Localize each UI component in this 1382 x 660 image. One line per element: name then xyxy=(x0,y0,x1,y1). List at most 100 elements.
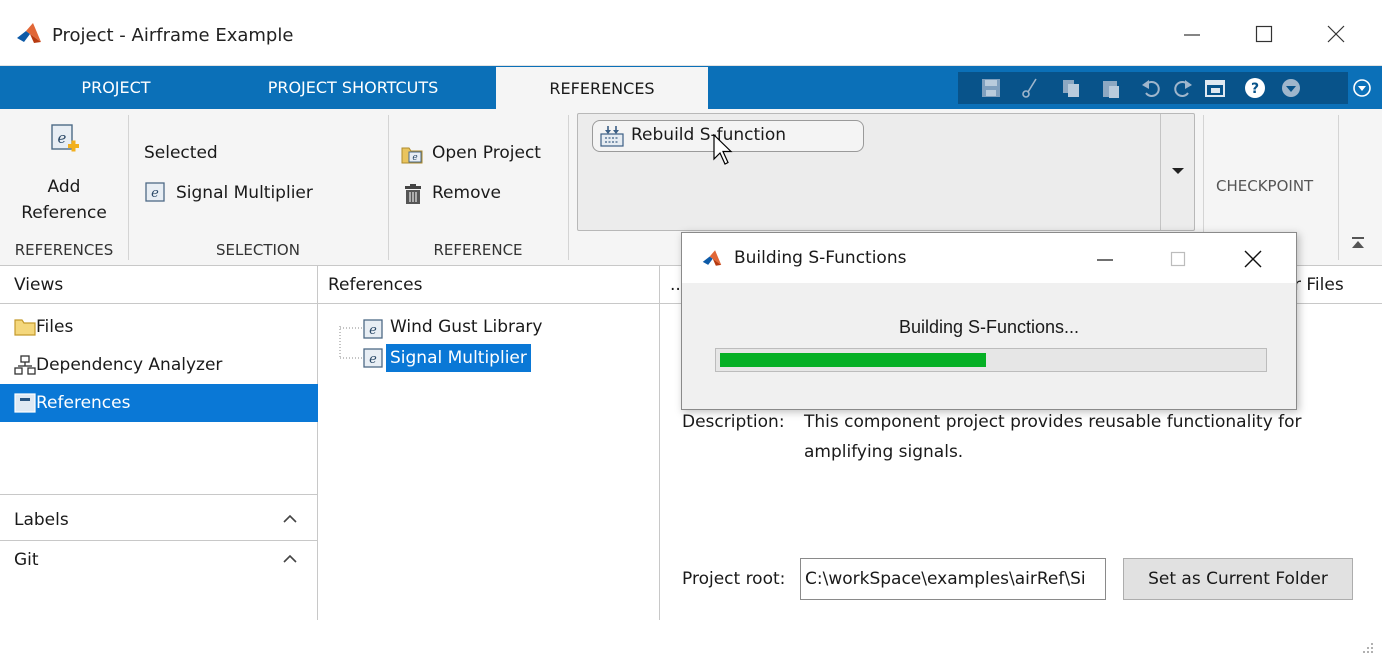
close-button[interactable] xyxy=(1310,14,1362,54)
help-icon[interactable]: ? xyxy=(1244,77,1266,99)
status-bar xyxy=(0,620,660,660)
section-divider xyxy=(0,540,317,541)
details-header-truncated: .. xyxy=(670,275,681,295)
progress-bar xyxy=(715,348,1267,372)
ribbon-separator xyxy=(128,115,129,260)
tree-item-signal-multiplier[interactable]: e Signal Multiplier xyxy=(360,344,544,372)
progress-bar-fill xyxy=(720,353,986,367)
tools-gallery: Rebuild S-function xyxy=(577,113,1195,231)
reference-project-icon: e xyxy=(363,348,383,368)
selected-heading: Selected xyxy=(144,143,218,163)
add-reference-label-line1: Add xyxy=(47,177,81,197)
add-reference-icon: e xyxy=(51,124,79,152)
ribbon-separator xyxy=(1338,115,1339,260)
labels-section-header[interactable]: Labels xyxy=(0,500,317,538)
matlab-logo-icon xyxy=(17,23,41,43)
undo-icon[interactable] xyxy=(1140,77,1162,99)
checkpoint-label: CHECKPOINT xyxy=(1216,177,1314,195)
project-root-value: C:\workSpace\examples\airRef\Si xyxy=(805,569,1086,589)
dialog-message: Building S-Functions... xyxy=(898,317,1080,337)
description-label: Description: xyxy=(682,412,785,432)
labels-section-title: Labels xyxy=(14,510,69,530)
view-item-label: References xyxy=(36,393,131,413)
building-sfunctions-dialog: Building S-Functions Building S-Function… xyxy=(681,232,1297,410)
open-project-button[interactable]: e Open Project xyxy=(400,141,562,169)
svg-text:e: e xyxy=(58,129,67,147)
view-item-dependency-analyzer[interactable]: Dependency Analyzer xyxy=(0,346,318,384)
window-title: Project - Airframe Example xyxy=(52,25,294,46)
save-icon[interactable] xyxy=(980,77,1002,99)
collapse-ribbon-icon[interactable] xyxy=(1352,78,1372,98)
group-label-references: REFERENCES xyxy=(14,241,114,259)
ribbon-tab-strip: PROJECT PROJECT SHORTCUTS REFERENCES ? xyxy=(0,66,1382,109)
description-text-line2: amplifying signals. xyxy=(804,442,964,462)
references-panel: References e Wind Gust Library e Signal … xyxy=(318,266,660,620)
open-project-icon: e xyxy=(401,147,423,164)
svg-text:e: e xyxy=(369,352,377,367)
dialog-maximize-button xyxy=(1156,241,1200,277)
reference-project-icon: e xyxy=(145,182,165,202)
project-root-field[interactable]: C:\workSpace\examples\airRef\Si xyxy=(800,558,1106,600)
view-item-files[interactable]: Files xyxy=(0,308,318,346)
cut-icon[interactable] xyxy=(1020,77,1042,99)
window-icon[interactable] xyxy=(1204,77,1226,99)
gallery-expand-button[interactable] xyxy=(1160,114,1194,230)
view-item-label: Dependency Analyzer xyxy=(36,355,223,375)
minimize-icon xyxy=(1184,34,1200,36)
minimize-button[interactable] xyxy=(1166,14,1218,54)
tab-project[interactable]: PROJECT xyxy=(18,66,214,109)
dialog-title: Building S-Functions xyxy=(734,248,907,268)
selected-reference-name: Signal Multiplier xyxy=(176,183,313,203)
add-reference-label-line2: Reference xyxy=(21,203,107,223)
maximize-icon xyxy=(1255,25,1273,43)
matlab-logo-icon xyxy=(702,250,722,266)
paste-icon[interactable] xyxy=(1100,77,1122,99)
dialog-minimize-button[interactable] xyxy=(1082,241,1126,277)
resize-grip-icon[interactable] xyxy=(1360,640,1374,654)
ribbon-separator xyxy=(388,115,389,260)
dialog-close-button[interactable] xyxy=(1230,241,1274,277)
tab-references[interactable]: REFERENCES xyxy=(496,67,708,109)
svg-text:?: ? xyxy=(1251,81,1259,97)
description-text-line1: This component project provides reusable… xyxy=(804,412,1302,432)
redo-icon[interactable] xyxy=(1172,77,1194,99)
tree-item-label: Wind Gust Library xyxy=(390,317,543,337)
add-reference-button[interactable]: e Add Reference xyxy=(0,109,128,239)
minimize-icon xyxy=(1097,259,1113,261)
tab-project-shortcuts[interactable]: PROJECT SHORTCUTS xyxy=(214,66,492,109)
maximize-icon xyxy=(1170,251,1186,267)
remove-button[interactable]: Remove xyxy=(400,181,530,209)
details-header-right: r Files xyxy=(1294,275,1344,295)
views-panel: Views Files Dependency Analyzer Referenc… xyxy=(0,266,318,620)
project-root-label: Project root: xyxy=(682,569,786,589)
section-divider xyxy=(0,494,317,495)
window-titlebar: Project - Airframe Example xyxy=(0,0,1382,66)
open-project-label: Open Project xyxy=(432,143,541,163)
view-item-references[interactable]: References xyxy=(0,384,318,422)
svg-text:e: e xyxy=(151,186,159,201)
build-sfunction-icon xyxy=(600,126,624,147)
collapse-toolstrip-icon[interactable] xyxy=(1350,235,1366,251)
maximize-button[interactable] xyxy=(1238,14,1290,54)
folder-icon xyxy=(14,319,36,336)
set-current-folder-button[interactable]: Set as Current Folder xyxy=(1123,558,1353,600)
tree-item-wind-gust-library[interactable]: e Wind Gust Library xyxy=(360,316,580,342)
svg-text:e: e xyxy=(412,153,417,163)
close-icon xyxy=(1327,25,1345,43)
close-icon xyxy=(1244,250,1262,268)
view-item-label: Files xyxy=(36,317,74,337)
references-icon xyxy=(14,393,36,413)
options-icon[interactable] xyxy=(1280,77,1302,99)
ribbon-separator xyxy=(568,115,569,260)
group-label-reference: REFERENCE xyxy=(433,241,523,259)
svg-text:e: e xyxy=(369,323,377,338)
dialog-titlebar: Building S-Functions xyxy=(682,233,1296,283)
reference-project-icon: e xyxy=(363,319,383,339)
trash-icon xyxy=(405,184,421,204)
dependency-graph-icon xyxy=(14,355,36,375)
tree-item-label: Signal Multiplier xyxy=(386,344,531,372)
copy-icon[interactable] xyxy=(1060,77,1082,99)
quick-access-toolbar: ? xyxy=(958,72,1348,104)
chevron-up-icon xyxy=(283,514,297,523)
git-section-header[interactable]: Git xyxy=(0,542,317,580)
